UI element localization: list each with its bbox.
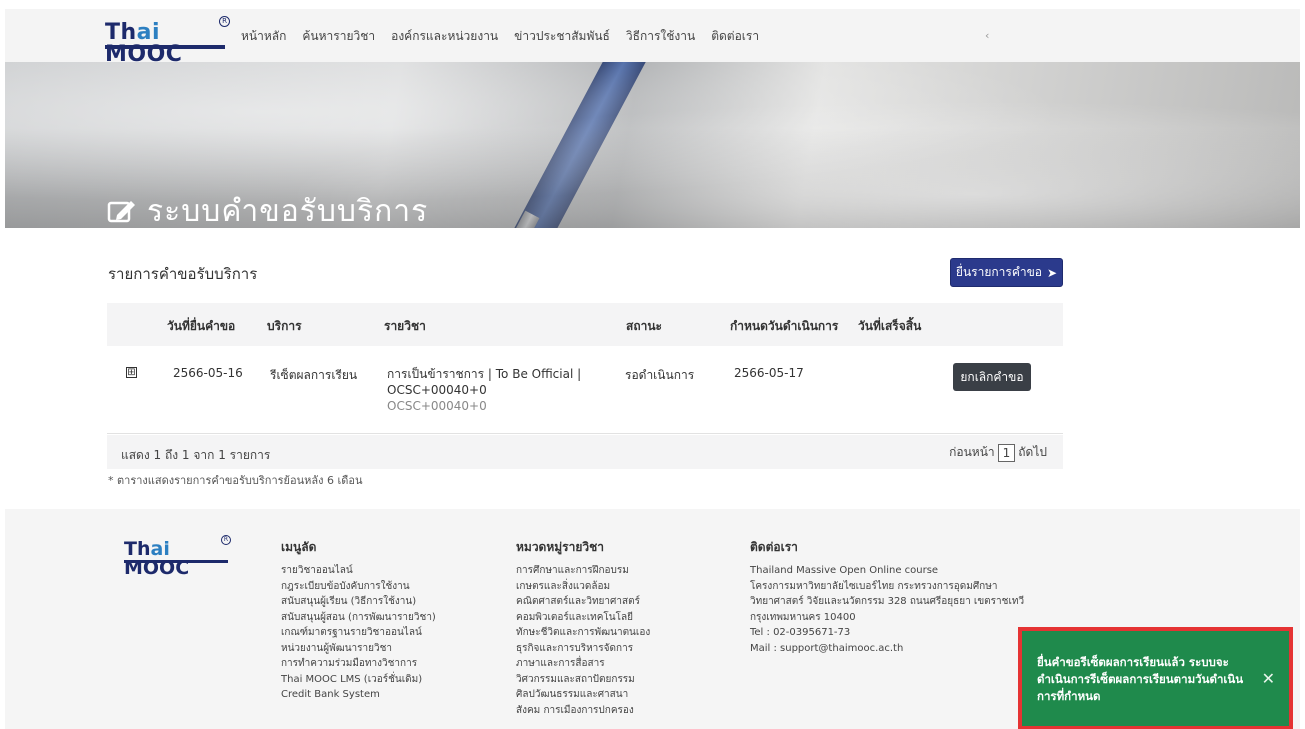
footer-contact-title: ติดต่อเรา: [750, 540, 798, 554]
nav-item-search-course[interactable]: ค้นหารายวิชา: [302, 27, 375, 46]
table-note: * ตารางแสดงรายการคำขอรับบริการย้อนหลัง 6…: [108, 474, 363, 487]
footer-link[interactable]: สนับสนุนผู้สอน (การพัฒนารายวิชา): [281, 610, 436, 626]
footer-menu-title: เมนูลัด: [281, 540, 317, 554]
category-link[interactable]: ทักษะชีวิตและการพัฒนาตนเอง: [516, 625, 650, 641]
table-header: วันที่ยื่นคำขอ บริการ รายวิชา สถานะ กำหน…: [107, 303, 1063, 346]
nav-item-home[interactable]: หน้าหลัก: [241, 27, 286, 46]
logo-wordmark: Thai MOOC: [105, 20, 183, 67]
footer-logo[interactable]: Thai MOOC R: [124, 535, 234, 579]
footer-link[interactable]: รายวิชาออนไลน์: [281, 563, 436, 579]
page-title-text: ระบบคำขอรับบริการ: [147, 194, 429, 228]
col-submit-date: วันที่ยื่นคำขอ: [167, 319, 236, 333]
page-title: ระบบคำขอรับบริการ: [107, 188, 428, 228]
footer-link[interactable]: หน่วยงานผู้พัฒนารายวิชา: [281, 641, 436, 657]
thaimooc-logo[interactable]: Thai MOOC R: [105, 16, 235, 66]
top-navbar: Thai MOOC R หน้าหลัก ค้นหารายวิชา องค์กร…: [5, 9, 1300, 66]
footer-logo-tagline-bar: [124, 560, 228, 563]
category-link[interactable]: สังคม การเมืองการปกครอง: [516, 703, 650, 719]
row-submit-date: 2566-05-16: [173, 366, 243, 380]
category-link[interactable]: เกษตรและสิ่งแวดล้อม: [516, 579, 650, 595]
close-icon[interactable]: ✕: [1262, 669, 1275, 688]
category-link[interactable]: ธุรกิจและการบริหารจัดการ: [516, 641, 650, 657]
footer-link[interactable]: Thai MOOC LMS (เวอร์ชั่นเดิม): [281, 672, 436, 688]
pager-next[interactable]: ถัดไป: [1018, 443, 1047, 462]
col-finish-date: วันที่เสร็จสิ้น: [858, 319, 922, 333]
contact-line: โครงการมหาวิทยาลัยไซเบอร์ไทย กระทรวงการอ…: [750, 580, 998, 592]
pager-page-1[interactable]: 1: [997, 443, 1016, 462]
footer-link[interactable]: การทำความร่วมมือทางวิชาการ: [281, 656, 436, 672]
logo-badge-icon: R: [219, 16, 230, 27]
toast-message: ยื่นคำขอรีเซ็ตผลการเรียนแล้ว ระบบจะดำเนิ…: [1037, 655, 1244, 703]
footer-categories: หมวดหมู่รายวิชา การศึกษาและการฝึกอบรม เก…: [516, 539, 650, 718]
row-course: การเป็นข้าราชการ | To Be Official | OCSC…: [387, 366, 581, 414]
category-link[interactable]: วิศวกรรมและสถาปัตยกรรม: [516, 672, 650, 688]
row-service: รีเซ็ตผลการเรียน: [270, 368, 358, 382]
expand-row-icon[interactable]: ⊞: [126, 367, 137, 378]
footer-link[interactable]: กฎระเบียบข้อบังคับการใช้งาน: [281, 579, 436, 595]
category-link[interactable]: การศึกษาและการฝึกอบรม: [516, 563, 650, 579]
cancel-request-button[interactable]: ยกเลิกคำขอ: [953, 363, 1031, 391]
edit-document-icon: [107, 200, 135, 222]
category-link[interactable]: คณิตศาสตร์และวิทยาศาสตร์: [516, 594, 650, 610]
hero-banner: ระบบคำขอรับบริการ: [5, 62, 1300, 228]
footer-link[interactable]: สนับสนุนผู้เรียน (วิธีการใช้งาน): [281, 594, 436, 610]
row-due-date: 2566-05-17: [734, 366, 804, 380]
contact-email[interactable]: Mail : support@thaimooc.ac.th: [750, 641, 1024, 657]
nav-item-howto[interactable]: วิธีการใช้งาน: [626, 27, 695, 46]
section-title: รายการคำขอรับบริการ: [108, 265, 258, 283]
logo-tagline-bar: [105, 45, 225, 49]
row-course-code: OCSC+00040+0: [387, 399, 487, 413]
submit-request-label: ยื่นรายการคำขอ: [955, 265, 1042, 279]
col-due-date: กำหนดวันดำเนินการ: [730, 319, 839, 333]
row-course-title: การเป็นข้าราชการ | To Be Official |: [387, 367, 582, 381]
pager-prev[interactable]: ก่อนหน้า: [949, 443, 995, 462]
success-toast: ยื่นคำขอรีเซ็ตผลการเรียนแล้ว ระบบจะดำเนิ…: [1018, 627, 1293, 729]
nav-item-news[interactable]: ข่าวประชาสัมพันธ์: [514, 27, 610, 46]
col-course: รายวิชา: [384, 319, 426, 333]
footer-link[interactable]: เกณฑ์มาตรฐานรายวิชาออนไลน์: [281, 625, 436, 641]
nav-item-organizations[interactable]: องค์กรและหน่วยงาน: [391, 27, 498, 46]
contact-line: Thailand Massive Open Online course: [750, 565, 939, 576]
contact-line: วิทยาศาสตร์ วิจัยและนวัตกรรม 328 ถนนศรีอ…: [750, 596, 1025, 607]
table-row: ⊞ 2566-05-16 รีเซ็ตผลการเรียน การเป็นข้า…: [107, 346, 1063, 434]
category-link[interactable]: ภาษาและการสื่อสาร: [516, 656, 650, 672]
col-status: สถานะ: [626, 319, 662, 333]
footer-logo-badge-icon: R: [221, 535, 231, 545]
footer-contact: ติดต่อเรา Thailand Massive Open Online c…: [750, 539, 1024, 656]
submit-request-button[interactable]: ยื่นรายการคำขอ ➤: [950, 258, 1063, 287]
table-info: แสดง 1 ถึง 1 จาก 1 รายการ: [121, 448, 271, 462]
category-link[interactable]: คอมพิวเตอร์และเทคโนโลยี: [516, 610, 650, 626]
table-footer: แสดง 1 ถึง 1 จาก 1 รายการ ก่อนหน้า 1 ถัด…: [107, 435, 1063, 469]
pagination: ก่อนหน้า 1 ถัดไป: [949, 443, 1047, 462]
nav-user-menu[interactable]: ‹: [985, 29, 989, 42]
footer-menu: เมนูลัด รายวิชาออนไลน์ กฎระเบียบข้อบังคั…: [281, 539, 436, 703]
category-link[interactable]: ศิลปวัฒนธรรมและศาสนา: [516, 687, 650, 703]
footer-categories-title: หมวดหมู่รายวิชา: [516, 540, 605, 554]
row-course-title-cont: OCSC+00040+0: [387, 383, 487, 397]
footer-logo-wordmark: Thai MOOC: [124, 538, 190, 579]
contact-phone: Tel : 02-0395671-73: [750, 627, 851, 638]
send-arrow-icon: ➤: [1047, 265, 1058, 280]
contact-line: กรุงเทพมหานคร 10400: [750, 611, 856, 623]
footer-link[interactable]: Credit Bank System: [281, 687, 436, 703]
row-status: รอดำเนินการ: [625, 368, 695, 382]
nav-item-contact[interactable]: ติดต่อเรา: [711, 27, 759, 46]
col-service: บริการ: [267, 319, 302, 333]
main-nav: หน้าหลัก ค้นหารายวิชา องค์กรและหน่วยงาน …: [241, 27, 759, 46]
